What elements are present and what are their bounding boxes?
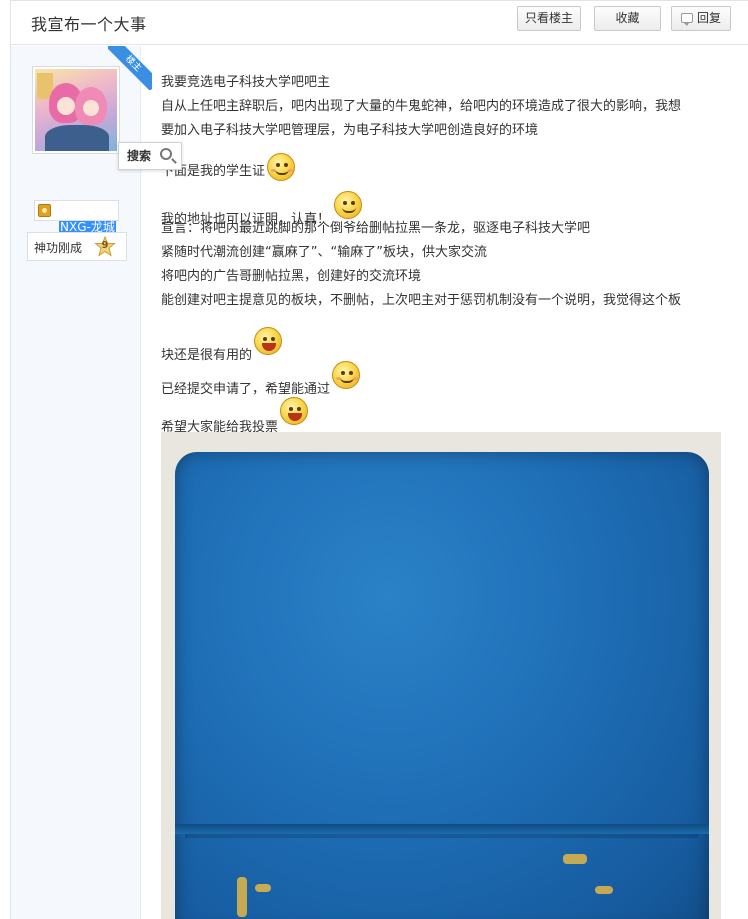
favorite-button[interactable]: 收藏 [594, 6, 661, 31]
reply-button[interactable]: 回复 [671, 6, 731, 31]
post-line: 自从上任吧主辞职后，吧内出现了大量的牛鬼蛇神，给吧内的环境造成了很大的影响，我想 [161, 99, 682, 114]
search-icon [160, 148, 172, 160]
grin-emoji-icon [280, 397, 309, 425]
post-line: 宣言：将吧内最近跳脚的那个倒爷给删帖拉黑一条龙，驱逐电子科技大学吧 [161, 221, 591, 236]
author-sidebar: NXG-龙城 神功刚成 9 [11, 46, 141, 919]
post-line: 我要竞选电子科技大学吧吧主 [161, 75, 331, 90]
level-icon [38, 204, 51, 217]
grin-emoji-icon [254, 327, 283, 355]
post-line: 将吧内的广告哥删帖拉黑，创建好的交流环境 [161, 269, 422, 284]
search-tooltip-label: 搜索 [127, 149, 152, 163]
student-id-photo[interactable] [161, 432, 721, 919]
post-line: 要加入电子科技大学吧管理层，为电子科技大学吧创造良好的环境 [161, 123, 539, 138]
post-line: 能创建对吧主提意见的板块，不删帖，上次吧主对于惩罚机制没有一个说明，我觉得这个板 [161, 293, 682, 308]
post-line-with-emoji: 已经提交申请了，希望能通过 [161, 361, 361, 400]
search-tooltip[interactable]: 搜索 [118, 142, 182, 170]
smile-emoji-icon [334, 191, 363, 219]
reply-icon [680, 13, 693, 26]
post-line: 已经提交申请了，希望能通过 [161, 382, 331, 397]
reply-label: 回复 [696, 11, 721, 25]
rank-box[interactable]: 神功刚成 9 [27, 232, 127, 261]
thread-title: 我宣布一个大事 [31, 15, 147, 34]
rank-title: 神功刚成 [34, 241, 83, 255]
op-badge: 楼主 [108, 46, 152, 90]
level-box [34, 200, 119, 221]
only-op-button[interactable]: 只看楼主 [517, 6, 581, 31]
thread-header: 我宣布一个大事 只看楼主 收藏 回复 [11, 1, 748, 45]
rank-star-icon: 9 [94, 235, 116, 258]
shy-emoji-icon [332, 361, 361, 389]
avatar[interactable] [32, 66, 120, 154]
post-line: 紧随时代潮流创建“赢麻了”、“输麻了”板块，供大家交流 [161, 245, 487, 260]
op-ribbon: 楼主 [108, 46, 152, 90]
rank-level: 9 [101, 240, 109, 251]
smile-emoji-icon [267, 153, 296, 181]
blue-card-cover [175, 452, 709, 919]
avatar-image [35, 69, 117, 151]
